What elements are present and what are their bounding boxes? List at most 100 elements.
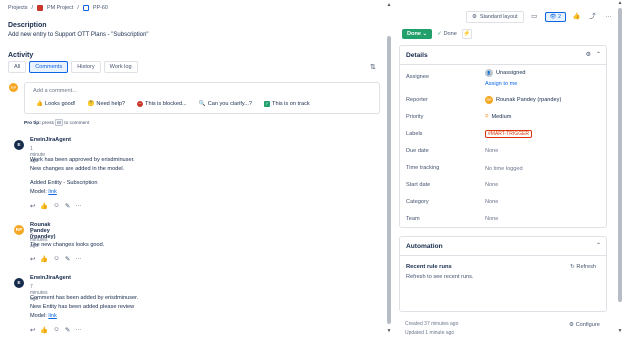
eye-icon: 👁 bbox=[549, 14, 557, 20]
comment-model-line: Model: link bbox=[30, 189, 57, 195]
edit-icon[interactable]: ✎ bbox=[65, 255, 70, 263]
breadcrumb-project[interactable]: PM Project bbox=[47, 5, 73, 11]
team-value[interactable]: None bbox=[485, 216, 498, 222]
add-reaction-icon[interactable]: ☺ bbox=[53, 202, 60, 210]
category-value[interactable]: None bbox=[485, 199, 498, 205]
description-text[interactable]: Add new entry to Support OTT Plans - "Su… bbox=[8, 32, 149, 38]
details-heading[interactable]: Details bbox=[406, 52, 428, 59]
priority-medium-icon: = bbox=[485, 114, 489, 120]
comment-line: The new changes looks good. bbox=[30, 242, 105, 248]
breadcrumb-projects[interactable]: Projects bbox=[8, 5, 27, 11]
check-icon: ✓ bbox=[437, 31, 442, 37]
configure-button[interactable]: ⚙ Configure bbox=[569, 322, 600, 328]
assign-to-me-link[interactable]: Assign to me bbox=[485, 81, 517, 87]
thumbs-up-icon[interactable]: 👍 bbox=[40, 202, 48, 210]
recent-rule-runs-title: Recent rule runs bbox=[406, 264, 452, 270]
chevron-up-icon[interactable]: ⌃ bbox=[596, 242, 601, 249]
reply-icon[interactable]: ↩ bbox=[30, 202, 35, 210]
scroll-thumb[interactable] bbox=[618, 8, 622, 302]
quick-reply-looks-good[interactable]: 👍 Looks good! bbox=[33, 100, 78, 108]
chevron-up-icon[interactable]: ⌃ bbox=[596, 51, 601, 58]
issue-main-panel: Projects / PM Project / PP-60 Descriptio… bbox=[0, 0, 386, 337]
model-link[interactable]: link bbox=[48, 313, 56, 319]
feedback-icon[interactable]: ▭ bbox=[529, 12, 540, 22]
labels-value[interactable]: #MART-TRIGGER bbox=[485, 130, 533, 138]
details-panel: Details ⚙ ⌃ Assignee 👤 Unassigned Assign … bbox=[399, 45, 607, 228]
comment-line: Work has been approved by erisdminuser. bbox=[30, 157, 135, 163]
add-reaction-icon[interactable]: ☺ bbox=[53, 255, 60, 263]
label-chip[interactable]: #MART-TRIGGER bbox=[485, 130, 533, 138]
scroll-up-icon[interactable]: ▲ bbox=[386, 2, 392, 8]
thumbs-up-icon[interactable]: 👍 bbox=[40, 326, 48, 334]
watch-button[interactable]: 👁 2 bbox=[544, 12, 566, 22]
side-scrollbar[interactable]: ▲ ▼ bbox=[616, 0, 624, 337]
gear-icon: ⚙ bbox=[569, 322, 575, 328]
thumbs-up-icon: 👍 bbox=[36, 101, 43, 107]
more-icon[interactable]: ··· bbox=[75, 255, 81, 263]
assignee-label: Assignee bbox=[406, 74, 430, 80]
quick-reply-on-track[interactable]: ✓ This is on track bbox=[261, 100, 313, 108]
comment-line: Comment has been added by erisdminuser. bbox=[30, 295, 139, 301]
more-icon[interactable]: ··· bbox=[75, 326, 81, 334]
priority-value[interactable]: = Medium bbox=[485, 114, 511, 120]
comment-model-line: Model: link bbox=[30, 313, 57, 319]
comment-placeholder[interactable]: Add a comment... bbox=[33, 88, 77, 94]
like-icon[interactable]: 👍 bbox=[571, 12, 582, 22]
labels-label: Labels bbox=[406, 131, 423, 137]
scroll-up-icon[interactable]: ▲ bbox=[617, 0, 623, 6]
comment-author[interactable]: ErwinJiraAgent bbox=[30, 137, 71, 143]
reply-icon[interactable]: ↩ bbox=[30, 326, 35, 334]
reporter-value[interactable]: RP Rounak Pandey (rpandey) bbox=[485, 96, 561, 104]
status-dropdown[interactable]: Done ⌄ bbox=[402, 29, 433, 39]
time-tracking-value[interactable]: No time logged bbox=[485, 166, 523, 172]
edit-icon[interactable]: ✎ bbox=[65, 326, 70, 334]
due-date-value[interactable]: None bbox=[485, 148, 498, 154]
layout-icon: ⚙ bbox=[472, 14, 477, 20]
more-actions-icon[interactable]: ··· bbox=[603, 12, 614, 22]
pro-tip: Pro tip: press M to comment bbox=[24, 119, 90, 126]
scroll-down-icon[interactable]: ▼ bbox=[386, 328, 392, 334]
avatar: E bbox=[14, 140, 24, 150]
automation-heading[interactable]: Automation bbox=[406, 243, 443, 250]
settings-gear-icon[interactable]: ⚙ bbox=[586, 51, 591, 58]
more-icon[interactable]: ··· bbox=[75, 202, 81, 210]
thinking-face-icon: 🤔 bbox=[87, 101, 95, 107]
blocked-icon: – bbox=[137, 101, 144, 107]
scroll-thumb[interactable] bbox=[387, 36, 391, 324]
comment-author[interactable]: ErwinJiraAgent bbox=[30, 275, 71, 281]
breadcrumb-issue[interactable]: PP-60 bbox=[93, 5, 108, 11]
start-date-value[interactable]: None bbox=[485, 182, 498, 188]
tab-all[interactable]: All bbox=[8, 61, 27, 73]
breadcrumb: Projects / PM Project / PP-60 bbox=[8, 5, 108, 11]
main-scrollbar[interactable]: ▲ ▼ bbox=[386, 0, 392, 337]
category-label: Category bbox=[406, 199, 429, 205]
tab-history[interactable]: History bbox=[71, 61, 101, 73]
quick-reply-blocked[interactable]: – This is blocked... bbox=[134, 100, 190, 108]
tab-comments[interactable]: Comments bbox=[29, 61, 69, 73]
quick-reply-clarify[interactable]: 🔍 Can you clarify...? bbox=[196, 100, 255, 108]
magnifier-icon: 🔍 bbox=[198, 101, 206, 107]
sort-order-icon[interactable]: ⇅ bbox=[370, 63, 376, 71]
reporter-label: Reporter bbox=[406, 97, 428, 103]
share-icon[interactable]: ⤴ bbox=[587, 12, 598, 22]
assignee-value[interactable]: 👤 Unassigned bbox=[485, 69, 526, 77]
model-link[interactable]: link bbox=[48, 189, 56, 195]
edit-icon[interactable]: ✎ bbox=[65, 202, 70, 210]
add-reaction-icon[interactable]: ☺ bbox=[53, 326, 60, 334]
tab-work-log[interactable]: Work log bbox=[103, 61, 138, 73]
comment-editor[interactable]: Add a comment... 👍 Looks good! 🤔 Need help… bbox=[24, 82, 380, 114]
layout-button[interactable]: ⚙ Standard layout bbox=[466, 11, 524, 23]
thumbs-up-icon[interactable]: 👍 bbox=[40, 255, 48, 263]
automation-bolt-icon[interactable]: ⚡ bbox=[461, 29, 472, 39]
activity-heading: Activity bbox=[8, 52, 34, 59]
issue-toolbar: ⚙ Standard layout ▭ 👁 2 👍 ⤴ ··· bbox=[466, 11, 614, 23]
comment-line: Added Entity - Subscription bbox=[30, 180, 98, 186]
automation-panel: Automation ⌃ Recent rule runs Refresh to… bbox=[399, 236, 607, 312]
refresh-button[interactable]: ↻ Refresh bbox=[570, 264, 596, 270]
scroll-down-icon[interactable]: ▼ bbox=[617, 328, 623, 334]
issue-side-panel: ⚙ Standard layout ▭ 👁 2 👍 ⤴ ··· Done ⌄ ✓ … bbox=[396, 0, 614, 337]
quick-reply-need-help[interactable]: 🤔 Need help? bbox=[84, 100, 128, 108]
reply-icon[interactable]: ↩ bbox=[30, 255, 35, 263]
created-timestamp: Created 37 minutes ago bbox=[405, 321, 459, 327]
project-icon bbox=[36, 5, 43, 11]
